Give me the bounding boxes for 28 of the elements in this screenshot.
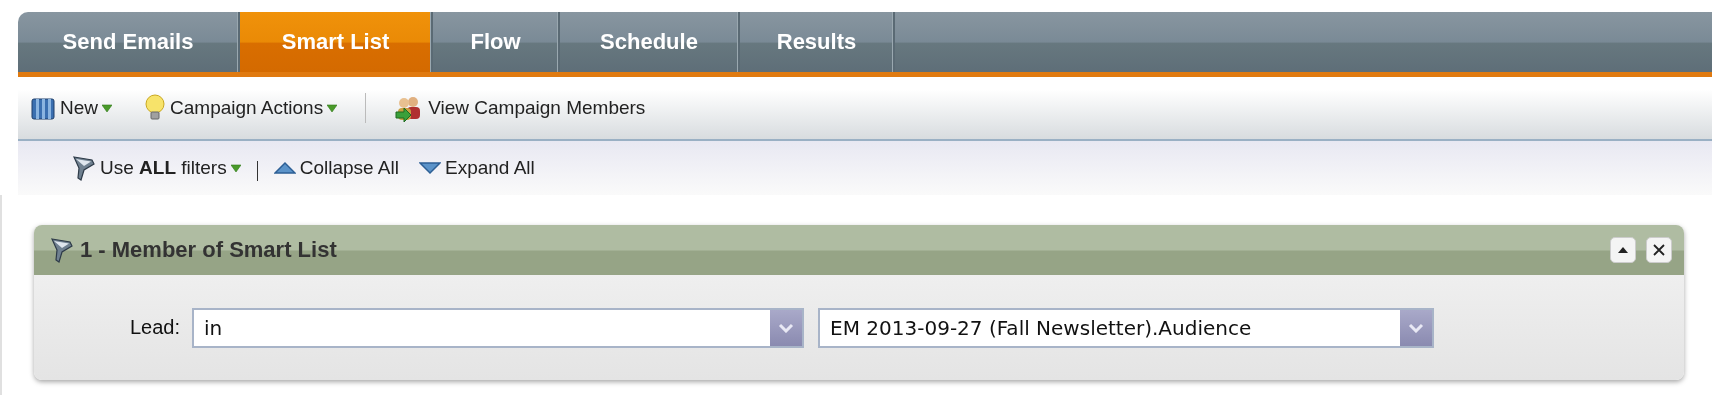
funnel-icon bbox=[72, 154, 96, 182]
tab[interactable]: Flow bbox=[433, 12, 560, 72]
chevron-down-icon bbox=[1408, 322, 1425, 333]
menu-button[interactable]: Campaign Actions bbox=[144, 94, 338, 122]
tab[interactable]: Schedule bbox=[560, 12, 740, 72]
toolbar-button[interactable]: Collapse All bbox=[273, 157, 399, 179]
operator-dropdown[interactable]: in bbox=[192, 307, 805, 348]
chevron-down-icon bbox=[778, 322, 795, 333]
caret-icon bbox=[102, 103, 112, 113]
menu-button[interactable]: Use ALL filters bbox=[72, 154, 241, 182]
value-dropdown[interactable]: EM 2013-09-27 (Fall Newsletter).Audience bbox=[818, 307, 1435, 348]
close-icon bbox=[1653, 244, 1665, 256]
triangle-up-icon bbox=[273, 161, 296, 175]
toolbar-button[interactable]: Expand All bbox=[419, 157, 535, 179]
lightbulb-icon bbox=[144, 94, 166, 122]
filter-title: 1 - Member of Smart List bbox=[80, 237, 337, 263]
funnel-icon bbox=[50, 236, 74, 264]
triangle-down-icon bbox=[419, 161, 441, 175]
caret-icon bbox=[230, 163, 241, 173]
tab[interactable]: Results bbox=[740, 12, 895, 72]
collapse-button[interactable] bbox=[1610, 237, 1636, 263]
field-label: Lead: bbox=[130, 316, 181, 339]
menu-button[interactable]: New bbox=[30, 95, 112, 121]
columns-icon bbox=[30, 95, 56, 121]
caret-icon bbox=[327, 103, 338, 113]
triangle-up-icon bbox=[1617, 246, 1629, 254]
close-button[interactable] bbox=[1646, 237, 1672, 263]
toolbar-button[interactable]: View Campaign Members bbox=[394, 94, 646, 122]
